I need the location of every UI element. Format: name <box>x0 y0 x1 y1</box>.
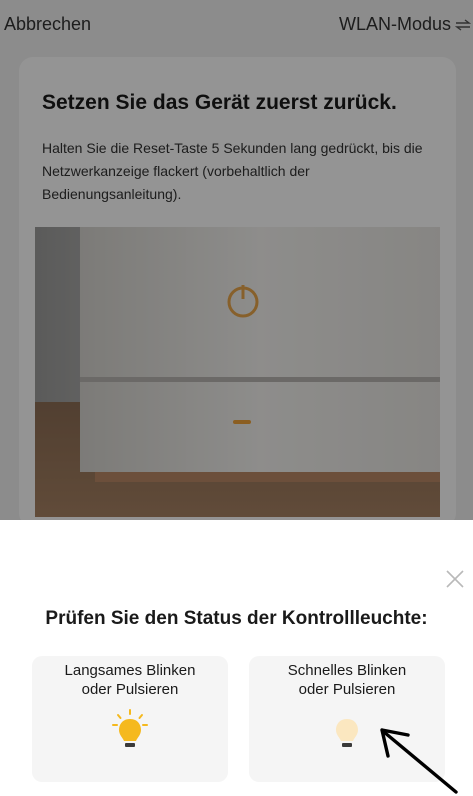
background-screen: Abbrechen WLAN-Modus Setzen Sie das Gerä… <box>0 0 473 527</box>
option-label-line1: Schnelles Blinken <box>287 662 407 679</box>
sheet-title: Prüfen Sie den Status der Kontrollleucht… <box>45 608 428 629</box>
pointer-arrow-icon <box>380 728 458 794</box>
option-slow-blink[interactable]: Langsames Blinken oder Pulsieren <box>32 656 228 782</box>
close-icon[interactable] <box>444 568 466 590</box>
dim-overlay[interactable] <box>0 0 473 520</box>
option-label: Langsames Blinken oder Pulsieren <box>32 661 228 699</box>
bulb-on-icon <box>112 709 148 747</box>
option-label: Schnelles Blinken oder Pulsieren <box>249 661 445 699</box>
bulb-dim-icon <box>336 719 358 747</box>
option-label-line2: oder Pulsieren <box>298 681 396 698</box>
option-label-line2: oder Pulsieren <box>81 681 179 698</box>
option-label-line1: Langsames Blinken <box>64 662 196 679</box>
